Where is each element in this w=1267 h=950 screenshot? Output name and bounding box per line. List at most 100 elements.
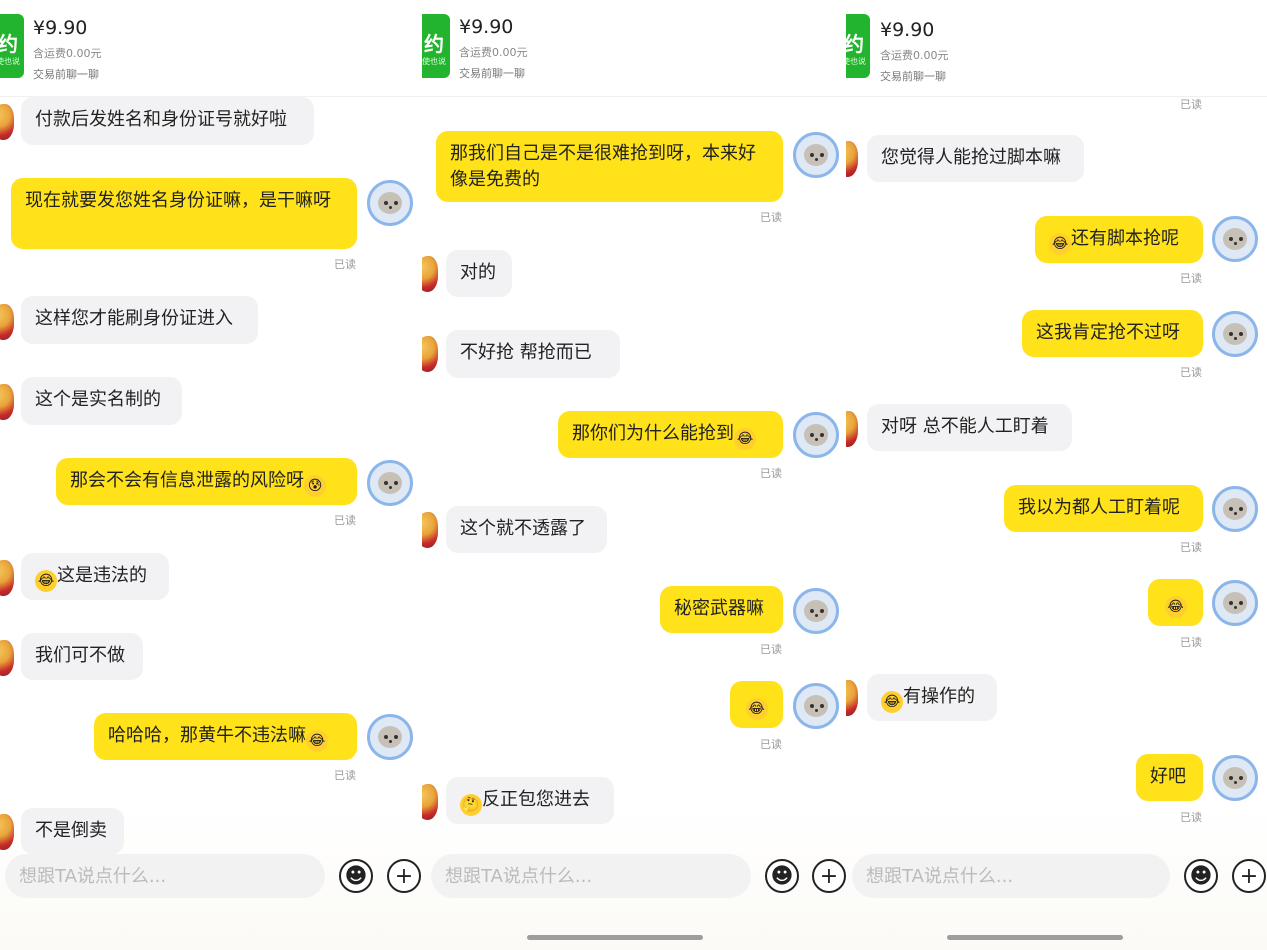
self-avatar[interactable]	[793, 588, 839, 634]
peer-avatar[interactable]	[0, 636, 14, 680]
read-status: 已读	[1180, 541, 1202, 554]
message-input[interactable]	[852, 854, 1170, 898]
laughing-tears-emoji-icon: 😂	[881, 691, 903, 713]
self-avatar[interactable]	[1212, 486, 1258, 532]
incoming-message: 对的	[446, 250, 512, 297]
message-input-bar: ☻ +	[846, 850, 1267, 902]
chat-panel-1: 约 即使也说 ¥9.90 含运费0.00元 交易前聊一聊 付款后发姓名和身份证号…	[0, 0, 422, 950]
home-indicator	[947, 935, 1123, 940]
plus-icon[interactable]: +	[387, 859, 421, 893]
smiley-face-icon[interactable]: ☻	[339, 859, 373, 893]
shipping-fee: 含运费0.00元	[33, 47, 102, 60]
outgoing-message: 秘密武器嘛	[660, 586, 783, 633]
peer-avatar[interactable]	[0, 810, 14, 854]
laughing-tears-emoji-icon: 😂	[1164, 596, 1187, 618]
thinking-emoji-icon: 🤔	[460, 794, 482, 816]
product-price: ¥9.90	[459, 16, 514, 38]
incoming-message: 这个就不透露了	[446, 506, 607, 553]
plus-icon[interactable]: +	[812, 859, 846, 893]
self-avatar[interactable]	[1212, 755, 1258, 801]
read-status: 已读	[334, 514, 356, 527]
incoming-message: 这样您才能刷身份证进入	[21, 296, 258, 344]
peer-avatar[interactable]	[422, 252, 438, 296]
self-avatar[interactable]	[367, 714, 413, 760]
peer-avatar[interactable]	[422, 508, 438, 552]
chat-note: 交易前聊一聊	[33, 68, 99, 81]
message-text: 那会不会有信息泄露的风险呀	[70, 470, 304, 491]
read-status: 已读	[1180, 811, 1202, 824]
self-avatar[interactable]	[1212, 216, 1258, 262]
product-header[interactable]: 约 即使也说 ¥9.90 含运费0.00元 交易前聊一聊	[422, 0, 846, 97]
peer-avatar[interactable]	[422, 780, 438, 824]
outgoing-message: 那会不会有信息泄露的风险呀 😰	[56, 458, 357, 505]
peer-avatar[interactable]	[0, 100, 14, 144]
outgoing-message: 这我肯定抢不过呀	[1022, 310, 1203, 357]
message-input-bar: ☻ +	[422, 850, 846, 902]
plus-icon[interactable]: +	[1232, 859, 1266, 893]
self-avatar[interactable]	[793, 683, 839, 729]
thumb-subtext: 即使也说	[0, 57, 20, 66]
message-text: 这是违法的	[57, 565, 147, 586]
outgoing-message: 😂	[1148, 579, 1203, 626]
peer-avatar[interactable]	[0, 556, 14, 600]
product-header[interactable]: 约 即使也说 ¥9.90 含运费0.00元 交易前聊一聊	[846, 0, 1267, 97]
incoming-message: 您觉得人能抢过脚本嘛	[867, 135, 1084, 182]
read-status: 已读	[1180, 98, 1202, 111]
message-text: 那你们为什么能抢到	[572, 423, 734, 444]
thumb-text: 约	[0, 32, 18, 56]
anxious-sweat-emoji-icon: 😰	[304, 475, 326, 497]
message-text: 哈哈哈，那黄牛不违法嘛	[108, 725, 306, 746]
peer-avatar[interactable]	[0, 300, 14, 344]
product-thumbnail[interactable]: 约 即使也说	[0, 14, 24, 78]
outgoing-message: 😂	[730, 681, 783, 728]
incoming-message: 这个是实名制的	[21, 377, 182, 425]
peer-avatar[interactable]	[422, 332, 438, 376]
outgoing-message: 那你们为什么能抢到 😂	[558, 411, 783, 458]
outgoing-message: 好吧	[1136, 754, 1203, 801]
read-status: 已读	[760, 211, 782, 224]
message-input[interactable]	[5, 854, 325, 898]
smiley-face-icon[interactable]: ☻	[765, 859, 799, 893]
chat-panel-3: 约 即使也说 ¥9.90 含运费0.00元 交易前聊一聊 已读 您觉得人能抢过脚…	[846, 0, 1267, 950]
laughing-tears-emoji-icon: 😂	[734, 428, 756, 450]
self-avatar[interactable]	[793, 412, 839, 458]
laughing-tears-emoji-icon: 😂	[1049, 233, 1071, 255]
message-input-bar: ☻ +	[0, 850, 422, 902]
product-thumbnail[interactable]: 约 即使也说	[422, 14, 450, 78]
laughing-tears-emoji-icon: 😂	[745, 698, 768, 720]
home-indicator	[527, 935, 703, 940]
message-text: 有操作的	[903, 686, 975, 707]
incoming-message: 对呀 总不能人工盯着	[867, 404, 1072, 451]
incoming-message: 付款后发姓名和身份证号就好啦	[21, 97, 314, 145]
incoming-message: 我们可不做	[21, 633, 143, 680]
product-price: ¥9.90	[33, 17, 88, 39]
peer-avatar[interactable]	[846, 407, 858, 451]
read-status: 已读	[760, 738, 782, 751]
peer-avatar[interactable]	[846, 676, 858, 720]
thumb-text: 约	[846, 32, 864, 56]
laughing-tears-emoji-icon: 😂	[306, 730, 328, 752]
peer-avatar[interactable]	[846, 137, 858, 181]
read-status: 已读	[760, 643, 782, 656]
message-input[interactable]	[431, 854, 751, 898]
product-thumbnail[interactable]: 约 即使也说	[846, 14, 870, 78]
incoming-message: 不是倒卖	[21, 808, 124, 854]
read-status: 已读	[1180, 272, 1202, 285]
thumb-subtext: 即使也说	[846, 57, 866, 66]
self-avatar[interactable]	[367, 180, 413, 226]
thumb-text: 约	[424, 32, 444, 56]
message-text: 反正包您进去	[482, 789, 590, 810]
self-avatar[interactable]	[1212, 580, 1258, 626]
self-avatar[interactable]	[1212, 311, 1258, 357]
chat-panel-2: 约 即使也说 ¥9.90 含运费0.00元 交易前聊一聊 那我们自己是不是很难抢…	[422, 0, 846, 950]
self-avatar[interactable]	[793, 132, 839, 178]
smiley-face-icon[interactable]: ☻	[1184, 859, 1218, 893]
outgoing-message: 我以为都人工盯着呢	[1004, 485, 1203, 532]
incoming-message: 🤔 反正包您进去	[446, 777, 614, 824]
self-avatar[interactable]	[367, 460, 413, 506]
laughing-tears-emoji-icon: 😂	[35, 570, 57, 592]
product-header[interactable]: 约 即使也说 ¥9.90 含运费0.00元 交易前聊一聊	[0, 0, 422, 97]
peer-avatar[interactable]	[0, 380, 14, 424]
product-price: ¥9.90	[880, 19, 935, 41]
shipping-fee: 含运费0.00元	[880, 49, 949, 62]
